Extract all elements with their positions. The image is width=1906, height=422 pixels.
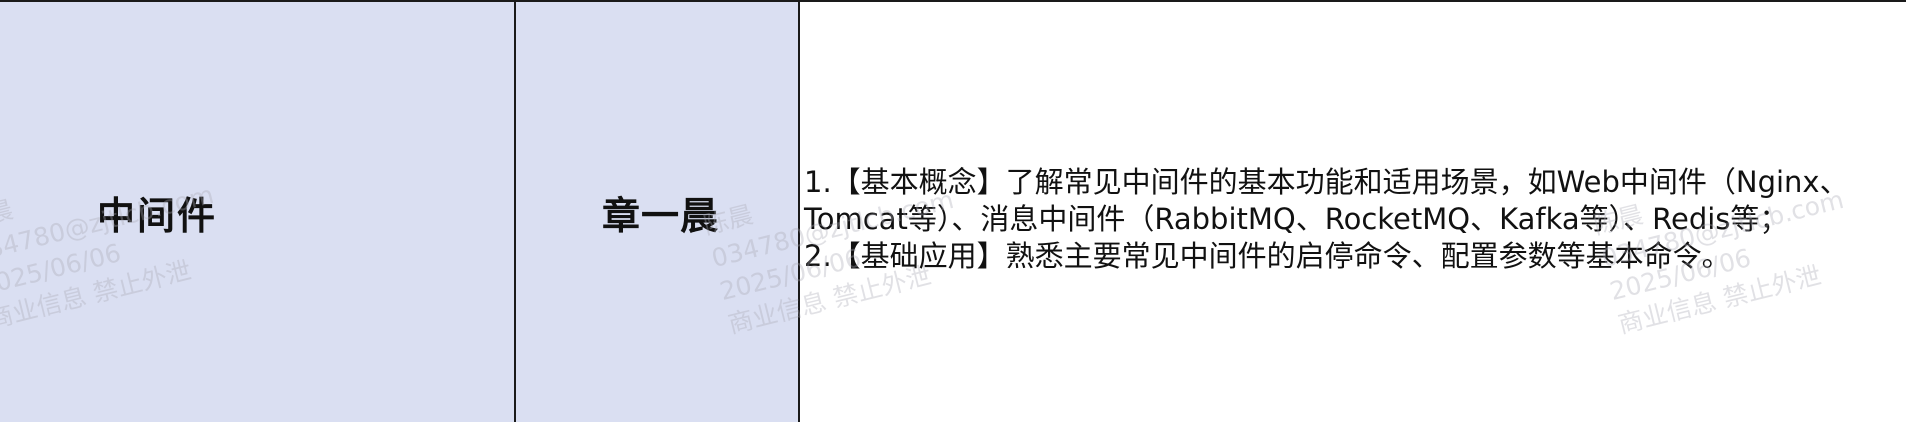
content-cell[interactable]: 1.【基本概念】了解常见中间件的基本功能和适用场景，如Web中间件（Nginx、… bbox=[800, 2, 1906, 422]
content-line: 2.【基础应用】熟悉主要常见中间件的启停命令、配置参数等基本命令。 bbox=[804, 238, 1731, 273]
owner-name: 章一晨 bbox=[602, 193, 720, 238]
category-label: 中间件 bbox=[97, 193, 218, 238]
spreadsheet-view: 中间件 章一晨 1.【基本概念】了解常见中间件的基本功能和适用场景，如Web中间… bbox=[0, 0, 1906, 422]
owner-cell[interactable]: 章一晨 bbox=[516, 2, 800, 422]
content-text: 1.【基本概念】了解常见中间件的基本功能和适用场景，如Web中间件（Nginx、… bbox=[804, 164, 1864, 275]
category-cell[interactable]: 中间件 bbox=[0, 2, 516, 422]
content-line: 1.【基本概念】了解常见中间件的基本功能和适用场景，如Web中间件（Nginx、… bbox=[804, 164, 1849, 236]
table-row: 中间件 章一晨 1.【基本概念】了解常见中间件的基本功能和适用场景，如Web中间… bbox=[0, 0, 1906, 422]
